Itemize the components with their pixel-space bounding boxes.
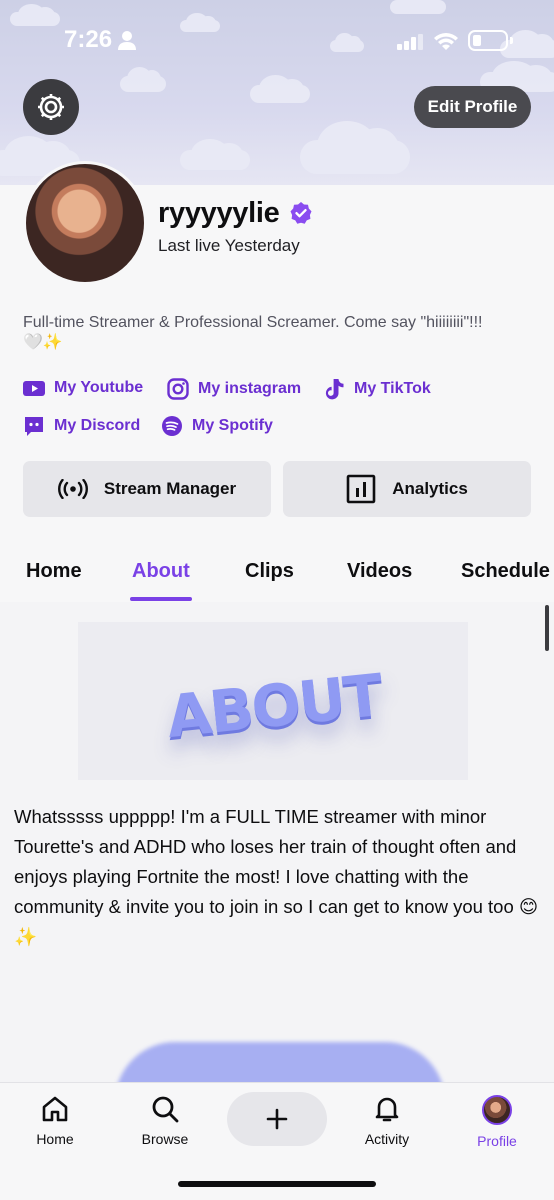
tab-about[interactable]: About (132, 560, 190, 583)
tab-videos[interactable]: Videos (347, 560, 412, 583)
about-content: ABOUT Whatsssss uppppp! I'm a FULL TIME … (0, 602, 554, 1082)
broadcast-icon (57, 479, 88, 499)
link-label: My Spotify (192, 417, 273, 434)
last-live-status: Last live Yesterday (158, 236, 300, 255)
stream-manager-button[interactable]: Stream Manager (23, 461, 271, 517)
bell-icon (375, 1097, 399, 1122)
profile-bio: Full-time Streamer & Professional Scream… (23, 314, 483, 351)
discord-icon (25, 417, 43, 436)
home-indicator (178, 1181, 376, 1187)
link-instagram[interactable]: My instagram (167, 378, 301, 400)
verified-badge-icon (290, 202, 312, 224)
settings-button[interactable] (23, 79, 79, 135)
analytics-button[interactable]: Analytics (283, 461, 531, 517)
person-icon (118, 31, 136, 50)
nav-activity[interactable]: Activity (342, 1095, 432, 1147)
edit-profile-button[interactable]: Edit Profile (414, 86, 531, 128)
plus-icon (266, 1108, 288, 1130)
nav-home[interactable]: Home (10, 1095, 100, 1147)
battery-nub (510, 37, 513, 44)
nav-label: Browse (141, 1131, 189, 1147)
avatar[interactable] (23, 161, 147, 285)
wifi-icon (434, 33, 458, 50)
tab-schedule[interactable]: Schedule (461, 560, 550, 583)
search-icon (152, 1096, 179, 1123)
link-spotify[interactable]: My Spotify (161, 415, 273, 437)
profile-tabs: Home About Clips Videos Schedule (0, 546, 554, 602)
stream-manager-label: Stream Manager (103, 479, 237, 498)
nav-profile[interactable]: Profile (452, 1095, 542, 1149)
battery-icon (468, 30, 508, 51)
next-panel-image (115, 1042, 445, 1082)
instagram-icon (167, 378, 189, 400)
link-discord[interactable]: My Discord (23, 415, 140, 437)
tiktok-icon (325, 379, 344, 400)
about-description: Whatsssss uppppp! I'm a FULL TIME stream… (14, 806, 539, 947)
link-label: My Youtube (54, 379, 144, 396)
gear-icon (38, 94, 64, 120)
link-youtube[interactable]: My Youtube (23, 378, 143, 398)
avatar (482, 1095, 512, 1125)
link-label: My instagram (198, 380, 302, 397)
link-tiktok[interactable]: My TikTok (323, 378, 431, 400)
youtube-icon (23, 381, 45, 396)
create-button[interactable] (227, 1092, 327, 1146)
nav-label: Home (36, 1131, 74, 1147)
nav-label: Profile (477, 1133, 517, 1149)
tab-home[interactable]: Home (26, 560, 82, 583)
nav-browse[interactable]: Browse (120, 1095, 210, 1147)
username: ryyyyylie (158, 197, 280, 229)
analytics-label: Analytics (392, 479, 468, 498)
cellular-signal-icon (397, 34, 423, 50)
status-bar: 7:26 (0, 0, 554, 80)
status-time: 7:26 (64, 26, 113, 53)
nav-label: Activity (364, 1131, 410, 1147)
active-tab-indicator (130, 597, 192, 601)
link-label: My TikTok (354, 380, 431, 397)
home-icon (42, 1096, 68, 1122)
scrollbar[interactable] (545, 605, 549, 651)
spotify-icon (162, 416, 182, 436)
link-label: My Discord (54, 417, 141, 434)
analytics-icon (346, 474, 376, 504)
tab-clips[interactable]: Clips (245, 560, 294, 583)
